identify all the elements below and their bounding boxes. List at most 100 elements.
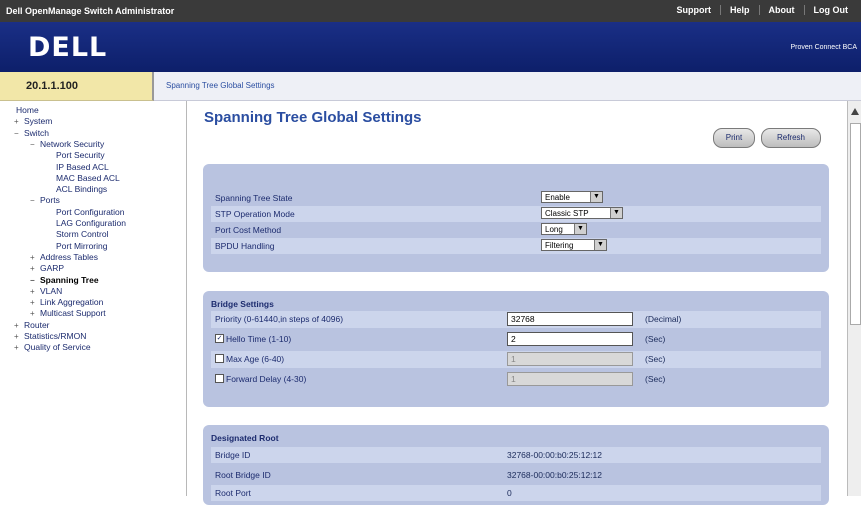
breadcrumb-text[interactable]: Spanning Tree Global Settings — [166, 81, 275, 90]
scroll-up-icon[interactable] — [851, 108, 859, 115]
priority-unit: (Decimal) — [645, 314, 682, 324]
tree-item-label: GARP — [40, 263, 65, 274]
bridge-id-value: 32768-00:00:b0:25:12:12 — [507, 450, 603, 460]
collapse-icon[interactable]: − — [30, 195, 40, 206]
expand-icon[interactable]: + — [30, 286, 40, 297]
tree-item[interactable]: MAC Based ACL — [46, 173, 120, 184]
stp-state-row: Spanning Tree State Enable ▼ — [211, 190, 821, 206]
stp-state-select[interactable]: Enable ▼ — [541, 191, 603, 203]
max-age-label: Max Age (6-40) — [226, 354, 285, 364]
collapse-icon[interactable]: − — [30, 139, 40, 150]
bpdu-select[interactable]: Filtering ▼ — [541, 239, 607, 251]
tree-item[interactable]: + VLAN — [30, 286, 62, 297]
tree-item[interactable]: LAG Configuration — [46, 218, 126, 229]
logout-link[interactable]: Log Out — [803, 5, 858, 15]
tree-item[interactable]: ACL Bindings — [46, 184, 107, 195]
stp-mode-select[interactable]: Classic STP ▼ — [541, 207, 623, 219]
tree-item[interactable]: − Network Security — [30, 139, 104, 150]
tree-item[interactable]: IP Based ACL — [46, 162, 109, 173]
expand-icon[interactable]: + — [14, 320, 24, 331]
stp-mode-label: STP Operation Mode — [215, 209, 295, 219]
tree-item[interactable]: Home — [6, 105, 39, 116]
device-ip-box: 20.1.1.100 — [0, 72, 154, 101]
chevron-down-icon: ▼ — [590, 192, 602, 202]
port-cost-select[interactable]: Long ▼ — [541, 223, 587, 235]
help-link[interactable]: Help — [719, 5, 759, 15]
refresh-button[interactable]: Refresh — [761, 128, 821, 148]
tree-item-label: Statistics/RMON — [24, 331, 87, 341]
designated-root-heading: Designated Root — [211, 433, 279, 443]
max-age-checkbox[interactable] — [215, 354, 224, 364]
bpdu-label: BPDU Handling — [215, 241, 275, 251]
tree-item[interactable]: + Link Aggregation — [30, 297, 103, 308]
max-age-unit: (Sec) — [645, 354, 666, 364]
expand-icon[interactable]: + — [30, 263, 40, 274]
forward-delay-label: Forward Delay (4-30) — [226, 374, 307, 384]
tree-item[interactable]: − Spanning Tree — [30, 275, 99, 286]
tree-item[interactable]: Storm Control — [46, 229, 108, 240]
priority-label: Priority (0-61440,in steps of 4096) — [215, 314, 344, 324]
tree-item[interactable]: Port Security — [46, 150, 105, 161]
priority-input[interactable]: 32768 — [507, 312, 633, 326]
scroll-thumb[interactable] — [850, 123, 861, 325]
stp-state-label: Spanning Tree State — [215, 193, 293, 203]
print-button[interactable]: Print — [713, 128, 755, 148]
expand-icon[interactable]: + — [14, 116, 24, 127]
hello-time-checkbox[interactable]: ✓ — [215, 334, 224, 344]
forward-delay-checkbox[interactable] — [215, 374, 224, 384]
tree-item-label: Address Tables — [40, 251, 98, 262]
root-bridge-id-value: 32768-00:00:b0:25:12:12 — [507, 470, 603, 480]
hello-time-unit: (Sec) — [645, 334, 666, 344]
tree-item[interactable]: Port Mirroring — [46, 241, 107, 252]
tree-item[interactable]: + Multicast Support — [30, 308, 106, 319]
tree-item[interactable]: + Address Tables — [30, 252, 98, 263]
tree-item-label: Port Configuration — [56, 206, 125, 217]
port-cost-value: Long — [545, 225, 563, 234]
bridge-settings-heading: Bridge Settings — [211, 299, 274, 309]
about-link[interactable]: About — [758, 5, 804, 15]
brand-banner: DELL Proven Connect BCA — [0, 22, 861, 72]
root-bridge-id-label: Root Bridge ID — [215, 470, 271, 480]
global-settings-panel: Spanning Tree State Enable ▼ STP Operatio… — [203, 164, 829, 272]
chevron-down-icon: ▼ — [574, 224, 586, 234]
max-age-input[interactable]: 1 — [507, 352, 633, 366]
expand-icon[interactable]: + — [30, 252, 40, 263]
forward-delay-input[interactable]: 1 — [507, 372, 633, 386]
device-ip: 20.1.1.100 — [26, 80, 78, 92]
tree-item-label: Multicast Support — [40, 308, 106, 319]
stp-mode-value: Classic STP — [545, 209, 589, 218]
tree-item[interactable]: − Ports — [30, 195, 60, 206]
page-scrollbar[interactable] — [847, 101, 861, 496]
tree-item[interactable]: + Router — [14, 320, 50, 331]
bpdu-row: BPDU Handling Filtering ▼ — [211, 238, 821, 254]
hello-time-input[interactable]: 2 — [507, 332, 633, 346]
root-port-row: Root Port 0 — [211, 485, 821, 501]
tree-item[interactable]: + System — [14, 116, 52, 127]
tree-item[interactable]: + GARP — [30, 263, 64, 274]
breadcrumb: Spanning Tree Global Settings — [154, 72, 861, 101]
expand-icon[interactable]: + — [14, 331, 24, 342]
tree-item[interactable]: Port Configuration — [46, 207, 125, 218]
top-bar: Dell OpenManage Switch Administrator Sup… — [0, 0, 861, 22]
expand-icon[interactable]: + — [14, 342, 24, 353]
tree-item[interactable]: − Switch — [14, 128, 49, 139]
expand-icon[interactable]: + — [30, 308, 40, 319]
navigation-tree: Home + System − Switch − Network Security Port … — [0, 101, 187, 496]
tree-item-label: Ports — [40, 195, 60, 206]
tree-item-label: Switch — [24, 127, 50, 138]
collapse-icon[interactable]: − — [14, 128, 24, 139]
port-cost-row: Port Cost Method Long ▼ — [211, 222, 821, 238]
expand-icon[interactable]: + — [30, 297, 40, 308]
tree-item-label: ACL Bindings — [56, 184, 108, 195]
hello-time-label-wrap: ✓ Hello Time (1-10) — [215, 334, 291, 344]
tree-item-label: Spanning Tree — [40, 274, 99, 285]
tree-item[interactable]: + Statistics/RMON — [14, 331, 86, 342]
support-link[interactable]: Support — [667, 5, 720, 15]
root-port-value: 0 — [507, 488, 512, 498]
collapse-icon[interactable]: − — [30, 275, 40, 286]
port-cost-label: Port Cost Method — [215, 225, 282, 235]
max-age-label-wrap: Max Age (6-40) — [215, 354, 284, 364]
tree-item[interactable]: + Quality of Service — [14, 342, 91, 353]
hello-time-label: Hello Time (1-10) — [226, 334, 292, 344]
chevron-down-icon: ▼ — [610, 208, 622, 218]
